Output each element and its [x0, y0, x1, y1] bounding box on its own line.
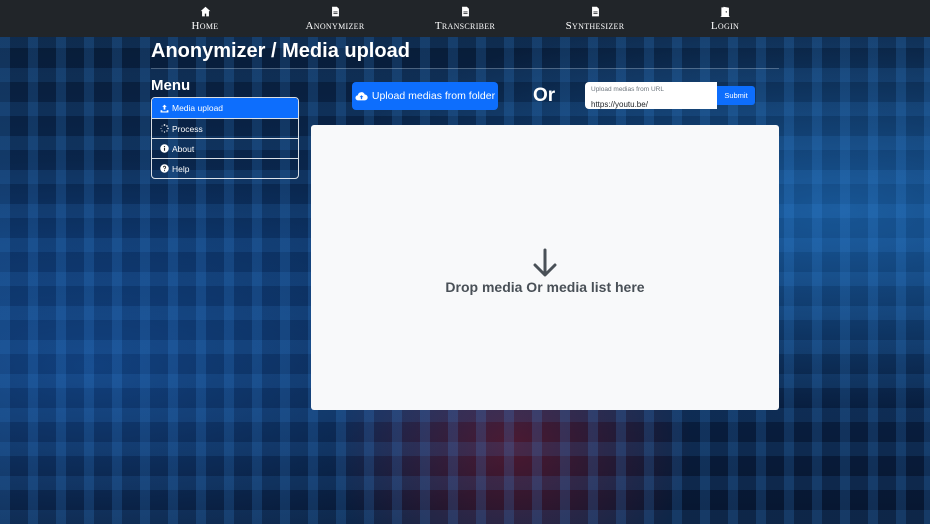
menu-item-about[interactable]: About	[152, 138, 298, 158]
home-icon	[200, 6, 210, 16]
nav-transcriber[interactable]: Transcriber	[400, 0, 530, 37]
url-field: Upload medias from URL	[585, 82, 717, 109]
page-title: Anonymizer / Media upload	[151, 40, 410, 62]
submit-button[interactable]: Submit	[717, 86, 755, 105]
nav-login-label: Login	[710, 19, 740, 32]
menu-item-label: Help	[172, 163, 190, 174]
menu-item-label: Media upload	[172, 103, 224, 113]
nav-home-label: Home	[191, 19, 219, 32]
dropzone-text: Drop media Or media list here	[445, 279, 645, 295]
arrow-down-icon	[533, 248, 557, 277]
upload-from-folder-button[interactable]: Upload medias from folder	[352, 82, 498, 110]
nav-login[interactable]: Login	[660, 0, 790, 37]
menu-title: Menu	[151, 77, 191, 94]
file-icon	[331, 6, 339, 16]
nav-synthesizer-label: Synthesizer	[565, 19, 625, 32]
nav-synthesizer[interactable]: Synthesizer	[530, 0, 660, 37]
title-divider	[151, 68, 779, 69]
top-navbar: Home Anonymizer Transcriber Synthesizer …	[0, 0, 930, 37]
or-separator: Or	[533, 85, 556, 106]
menu-item-label: Process	[172, 123, 203, 134]
upload-from-folder-label: Upload medias from folder	[371, 90, 496, 102]
menu-item-process[interactable]: Process	[152, 118, 298, 138]
media-dropzone[interactable]: Drop media Or media list here	[311, 125, 779, 410]
url-field-label: Upload medias from URL	[591, 86, 664, 93]
nav-anonymizer-label: Anonymizer	[305, 19, 365, 32]
menu-item-label: About	[172, 143, 195, 154]
door-icon	[720, 6, 730, 17]
info-icon	[160, 144, 169, 153]
nav-anonymizer[interactable]: Anonymizer	[270, 0, 400, 37]
menu-item-help[interactable]: Help	[152, 158, 298, 178]
file-icon	[591, 6, 599, 16]
side-menu: Media upload Process About Help	[151, 97, 299, 179]
upload-icon	[160, 104, 169, 112]
nav-transcriber-label: Transcriber	[434, 19, 496, 32]
cloud-upload-icon	[355, 91, 368, 100]
question-icon	[160, 164, 169, 173]
menu-item-media-upload[interactable]: Media upload	[152, 98, 298, 118]
file-icon	[461, 6, 469, 16]
url-input[interactable]	[591, 100, 709, 109]
spinner-icon	[160, 124, 169, 133]
nav-home[interactable]: Home	[140, 0, 270, 37]
